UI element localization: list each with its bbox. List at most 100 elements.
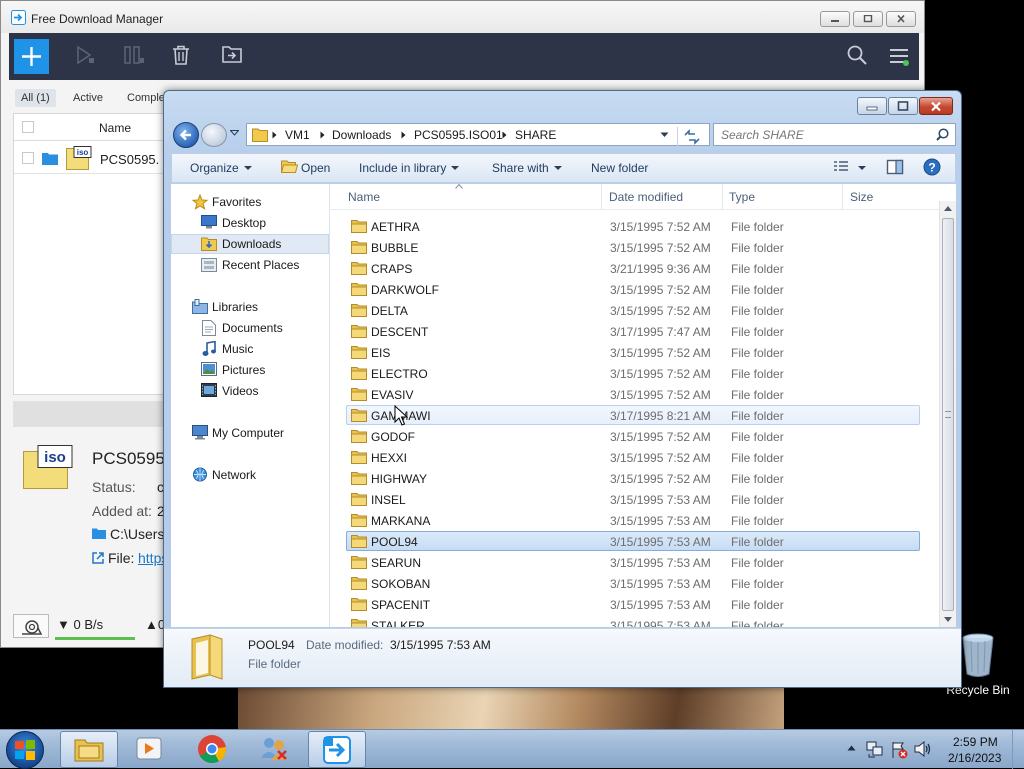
show-desktop-button[interactable] <box>1012 730 1024 769</box>
open-button[interactable]: Open <box>281 160 330 175</box>
taskbar-chrome-button[interactable] <box>183 731 241 768</box>
file-row[interactable]: POOL94 3/15/1995 7:53 AM File folder <box>346 531 920 551</box>
back-button[interactable] <box>173 122 199 148</box>
fdm-column-name[interactable]: Name <box>99 121 131 135</box>
vertical-scrollbar[interactable] <box>939 201 956 627</box>
organize-menu[interactable]: Organize <box>190 161 252 175</box>
change-view-icon[interactable] <box>832 159 850 175</box>
file-row[interactable]: CRAPS 3/21/1995 9:36 AM File folder <box>346 258 920 278</box>
nav-my-computer[interactable]: My Computer <box>171 423 329 443</box>
nav-desktop[interactable]: Desktop <box>171 213 329 233</box>
file-row[interactable]: GODOF 3/15/1995 7:52 AM File folder <box>346 426 920 446</box>
pause-icon[interactable] <box>123 45 145 65</box>
start-button[interactable] <box>6 731 44 769</box>
taskbar-explorer-button[interactable] <box>60 731 118 768</box>
row-checkbox[interactable] <box>22 152 34 164</box>
open-folder-icon[interactable] <box>222 45 242 63</box>
column-type[interactable]: Type <box>729 190 755 204</box>
file-row[interactable]: DARKWOLF 3/15/1995 7:52 AM File folder <box>346 279 920 299</box>
delete-icon[interactable] <box>172 45 190 65</box>
file-row[interactable]: BUBBLE 3/15/1995 7:52 AM File folder <box>346 237 920 257</box>
nav-pictures[interactable]: Pictures <box>171 360 329 380</box>
file-row[interactable]: EVASIV 3/15/1995 7:52 AM File folder <box>346 384 920 404</box>
nav-downloads[interactable]: Downloads <box>171 234 329 254</box>
resume-icon[interactable] <box>75 45 95 65</box>
select-all-checkbox[interactable] <box>22 121 34 133</box>
clock-date[interactable]: 2/16/2023 <box>948 751 1001 765</box>
taskbar-fdm-button[interactable] <box>308 731 366 768</box>
file-row[interactable]: EIS 3/15/1995 7:52 AM File folder <box>346 342 920 362</box>
nav-recent-places[interactable]: Recent Places <box>171 255 329 275</box>
refresh-button[interactable] <box>677 127 705 148</box>
fdm-titlebar[interactable]: Free Download Manager <box>1 1 924 33</box>
breadcrumb-downloads[interactable]: Downloads <box>332 128 391 142</box>
file-row[interactable]: AETHRA 3/15/1995 7:52 AM File folder <box>346 216 920 236</box>
address-history-dropdown-icon[interactable] <box>660 132 669 138</box>
fdm-search-icon[interactable] <box>847 45 867 65</box>
libraries-icon <box>192 299 208 314</box>
share-with-menu[interactable]: Share with <box>492 161 562 175</box>
nav-network[interactable]: Network <box>171 465 329 485</box>
fdm-download-row[interactable]: iso PCS0595. <box>14 142 172 174</box>
fdm-panel-splitter[interactable] <box>13 401 173 427</box>
file-row[interactable]: SPACENIT 3/15/1995 7:53 AM File folder <box>346 594 920 614</box>
new-folder-button[interactable]: New folder <box>591 161 648 175</box>
search-box[interactable] <box>713 123 956 146</box>
file-row[interactable]: HEXXI 3/15/1995 7:52 AM File folder <box>346 447 920 467</box>
file-row[interactable]: ELECTRO 3/15/1995 7:52 AM File folder <box>346 363 920 383</box>
filter-active-tab[interactable]: Active <box>67 89 109 107</box>
add-download-button[interactable] <box>14 39 49 74</box>
forward-button[interactable] <box>201 123 227 147</box>
file-row[interactable]: DESCENT 3/17/1995 7:47 AM File folder <box>346 321 920 341</box>
action-center-alert-icon[interactable] <box>890 741 908 759</box>
nav-music[interactable]: Music <box>171 339 329 359</box>
scrollbar-thumb[interactable] <box>942 218 954 611</box>
fdm-detail-path[interactable]: C:\Users <box>110 526 164 542</box>
scroll-down-icon[interactable] <box>944 617 952 622</box>
taskbar-users-app-button[interactable] <box>245 731 303 768</box>
help-icon[interactable]: ? <box>923 158 941 176</box>
taskbar-media-player-button[interactable] <box>120 731 178 768</box>
file-row[interactable]: SOKOBAN 3/15/1995 7:53 AM File folder <box>346 573 920 593</box>
explorer-maximize-button[interactable] <box>888 97 918 115</box>
recent-pages-dropdown-icon[interactable] <box>230 130 239 136</box>
address-bar[interactable]: VM1 Downloads PCS0595.ISO01 SHARE <box>246 123 710 148</box>
file-row[interactable]: HIGHWAY 3/15/1995 7:52 AM File folder <box>346 468 920 488</box>
file-row[interactable]: INSEL 3/15/1995 7:53 AM File folder <box>346 489 920 509</box>
nav-videos[interactable]: Videos <box>171 381 329 401</box>
column-name[interactable]: Name <box>348 190 380 204</box>
clock-time[interactable]: 2:59 PM <box>953 735 998 749</box>
nav-libraries[interactable]: Libraries <box>171 297 329 317</box>
folder-icon <box>351 346 367 359</box>
scroll-up-icon[interactable] <box>944 206 952 211</box>
include-in-library-menu[interactable]: Include in library <box>359 161 460 175</box>
column-date-modified[interactable]: Date modified <box>609 190 683 204</box>
column-size[interactable]: Size <box>850 190 873 204</box>
fdm-menu-icon[interactable] <box>889 47 909 67</box>
file-row[interactable]: STALKER 3/15/1995 7:53 AM File folder <box>346 615 920 627</box>
close-icon <box>931 101 941 112</box>
fdm-maximize-button[interactable] <box>853 11 883 27</box>
search-input[interactable] <box>714 124 930 145</box>
explorer-close-button[interactable] <box>919 97 953 115</box>
file-row[interactable]: GAMMAWI3/17/1995 8:21 AMFile folder <box>346 405 920 425</box>
breadcrumb-vm1[interactable]: VM1 <box>285 128 310 142</box>
explorer-minimize-button[interactable] <box>857 97 887 115</box>
file-row[interactable]: DELTA 3/15/1995 7:52 AM File folder <box>346 300 920 320</box>
file-row[interactable]: SEARUN 3/15/1995 7:53 AM File folder <box>346 552 920 572</box>
volume-icon[interactable] <box>914 741 932 757</box>
nav-documents[interactable]: Documents <box>171 318 329 338</box>
fdm-close-button[interactable] <box>886 11 916 27</box>
file-row[interactable]: MARKANA 3/15/1995 7:53 AM File folder <box>346 510 920 530</box>
search-icon[interactable] <box>936 128 949 141</box>
speed-mode-button[interactable] <box>13 614 49 638</box>
fdm-minimize-button[interactable] <box>820 11 850 27</box>
filter-all-tab[interactable]: All (1) <box>15 89 56 107</box>
nav-favorites[interactable]: Favorites <box>171 192 329 212</box>
preview-pane-icon[interactable] <box>886 159 904 175</box>
breadcrumb-share[interactable]: SHARE <box>515 128 556 142</box>
breadcrumb-iso[interactable]: PCS0595.ISO01 <box>414 128 503 142</box>
show-hidden-icons-icon[interactable] <box>847 745 856 751</box>
view-options-dropdown[interactable] <box>858 166 866 170</box>
network-tray-icon[interactable] <box>866 741 884 758</box>
